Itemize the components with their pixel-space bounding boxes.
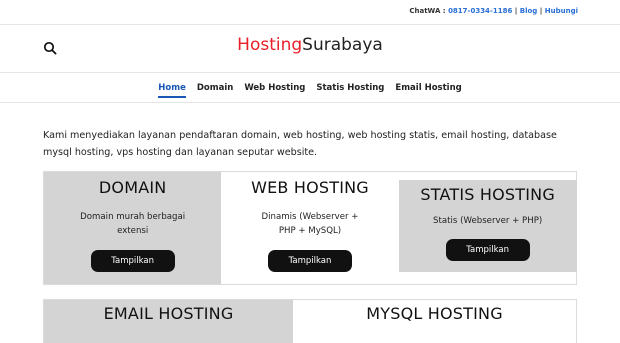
intro-text: Kami menyediakan layanan pendaftaran dom… <box>43 130 557 158</box>
nav-item-email-hosting[interactable]: Email Hosting <box>395 73 461 103</box>
service-title: EMAIL HOSTING <box>103 304 234 323</box>
service-desc: Dinamis (Webserver + PHP + MySQL) <box>261 212 359 236</box>
phone-link[interactable]: 0817-0334-1186 <box>448 7 512 15</box>
service-desc: Statis (Webserver + PHP) <box>433 216 543 226</box>
main-nav: Home Domain Web Hosting Statis Hosting E… <box>0 73 620 103</box>
top-bar: ChatWA : 0817-0334-1186 | Blog | Hubungi <box>0 0 620 25</box>
logo-hosting-text: Hosting <box>237 35 303 55</box>
nav-item-domain[interactable]: Domain <box>197 73 233 103</box>
tampilkan-button[interactable]: Tampilkan <box>267 250 352 272</box>
top-links: ChatWA : 0817-0334-1186 | Blog | Hubungi <box>409 7 578 15</box>
site-header: HostingSurabaya <box>0 25 620 73</box>
service-card-statis-hosting: STATIS HOSTING Statis (Webserver + PHP) … <box>398 172 577 284</box>
service-card-domain: DOMAIN Domain murah berbagai extensi Tam… <box>44 172 222 284</box>
service-title: DOMAIN <box>98 178 167 197</box>
services-row: EMAIL HOSTING MYSQL HOSTING <box>43 299 577 343</box>
site-logo[interactable]: HostingSurabaya <box>0 35 620 55</box>
separator: | <box>512 7 520 15</box>
nav-item-web-hosting[interactable]: Web Hosting <box>244 73 305 103</box>
logo-surabaya-text: Surabaya <box>302 35 383 55</box>
hubungi-link[interactable]: Hubungi <box>545 7 578 15</box>
services-grid: DOMAIN Domain murah berbagai extensi Tam… <box>43 171 577 343</box>
tampilkan-button[interactable]: Tampilkan <box>90 250 175 272</box>
service-card-web-hosting: WEB HOSTING Dinamis (Webserver + PHP + M… <box>221 172 399 284</box>
service-desc: Domain murah berbagai extensi <box>80 212 186 236</box>
separator: | <box>537 7 545 15</box>
service-title: STATIS HOSTING <box>420 185 555 204</box>
service-card-mysql-hosting: MYSQL HOSTING <box>293 300 576 343</box>
blog-link[interactable]: Blog <box>520 7 538 15</box>
chatwa-label: ChatWA : <box>409 7 446 15</box>
service-title: WEB HOSTING <box>251 178 369 197</box>
service-title: MYSQL HOSTING <box>366 304 503 323</box>
services-row: DOMAIN Domain murah berbagai extensi Tam… <box>43 171 577 285</box>
nav-item-home[interactable]: Home <box>158 73 186 98</box>
card-background: STATIS HOSTING Statis (Webserver + PHP) … <box>398 180 577 272</box>
tampilkan-button[interactable]: Tampilkan <box>445 239 530 261</box>
nav-item-statis-hosting[interactable]: Statis Hosting <box>316 73 384 103</box>
service-card-email-hosting: EMAIL HOSTING <box>44 300 294 343</box>
